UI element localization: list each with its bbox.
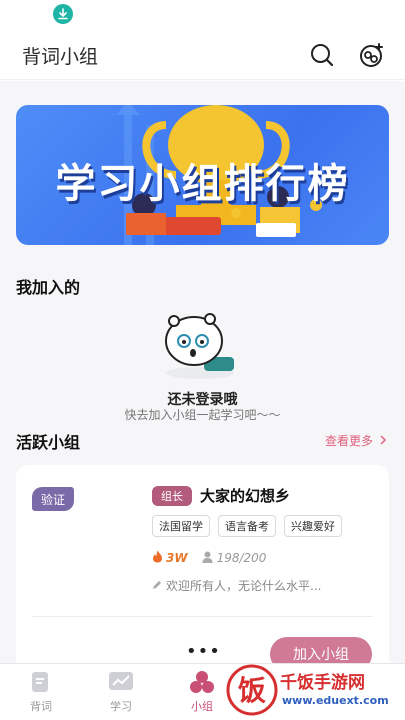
empty-mascot: [160, 313, 240, 381]
joined-section-title: 我加入的: [16, 278, 81, 297]
page-title: 背词小组: [22, 46, 99, 68]
hot-stat: 3W: [152, 550, 188, 566]
tab-5-icon: [348, 670, 376, 694]
tab-5[interactable]: [337, 670, 387, 698]
tab-4[interactable]: [257, 670, 307, 698]
chevron-right-icon: [379, 434, 387, 448]
status-bar: [0, 0, 405, 28]
group-tag: 法国留学: [152, 515, 210, 537]
empty-sub-wrap: 快去加入小组一起学习吧～～: [0, 406, 405, 423]
person-icon: [202, 551, 213, 566]
join-group-button[interactable]: 加入小组: [270, 637, 372, 663]
verify-badge: 验证: [32, 487, 74, 511]
tab-label: 背词: [30, 700, 52, 713]
group-tag: 语言备考: [218, 515, 276, 537]
ranking-banner[interactable]: 学习小组排行榜: [16, 105, 389, 245]
more-options-icon[interactable]: •••: [186, 643, 221, 661]
bottom-tab-bar: 背词 学习 小组: [0, 663, 405, 720]
group-motto: 欢迎所有人，无论什么水平...: [152, 577, 321, 594]
tab-words[interactable]: 背词: [16, 670, 66, 714]
tab-4-icon: [268, 670, 296, 694]
banner-title: 学习小组排行榜: [55, 161, 350, 207]
view-more-link[interactable]: 查看更多: [325, 432, 387, 449]
group-name[interactable]: 大家的幻想乡: [200, 485, 290, 506]
search-icon[interactable]: [308, 41, 336, 69]
motto-text: 欢迎所有人，无论什么水平...: [166, 579, 322, 593]
tab-label: 小组: [191, 700, 213, 713]
view-more-label: 查看更多: [324, 434, 373, 448]
main-content[interactable]: 学习小组排行榜 我加入的 还未登录哦 快去加入小组一起学习吧～～ 活跃小组 查看…: [0, 81, 405, 663]
pencil-icon: [152, 579, 162, 593]
app-header: 背词小组: [0, 28, 405, 80]
book-icon: [27, 670, 55, 694]
tab-groups[interactable]: 小组: [177, 670, 227, 714]
add-group-icon[interactable]: [358, 41, 386, 69]
hot-value: 3W: [166, 551, 188, 565]
tab-study[interactable]: 学习: [96, 670, 146, 714]
active-section-title: 活跃小组: [16, 433, 81, 452]
chart-icon: [107, 670, 135, 694]
group-card[interactable]: 验证 组长 大家的幻想乡 法国留学 语言备考 兴趣爱好 3W 198/200 欢…: [16, 465, 389, 663]
group-icon: [188, 670, 216, 694]
member-stat: 198/200: [202, 551, 267, 566]
group-tags: 法国留学 语言备考 兴趣爱好: [152, 515, 342, 537]
leader-badge: 组长: [152, 486, 192, 506]
card-divider: [32, 616, 373, 617]
fire-icon: [152, 550, 163, 566]
member-count: 198/200: [216, 551, 267, 565]
group-tag: 兴趣爱好: [284, 515, 342, 537]
download-icon: [53, 4, 73, 24]
group-stats: 3W 198/200: [152, 550, 266, 566]
empty-sub-text: 快去加入小组一起学习吧～～: [124, 408, 281, 422]
tab-label: 学习: [110, 700, 132, 713]
